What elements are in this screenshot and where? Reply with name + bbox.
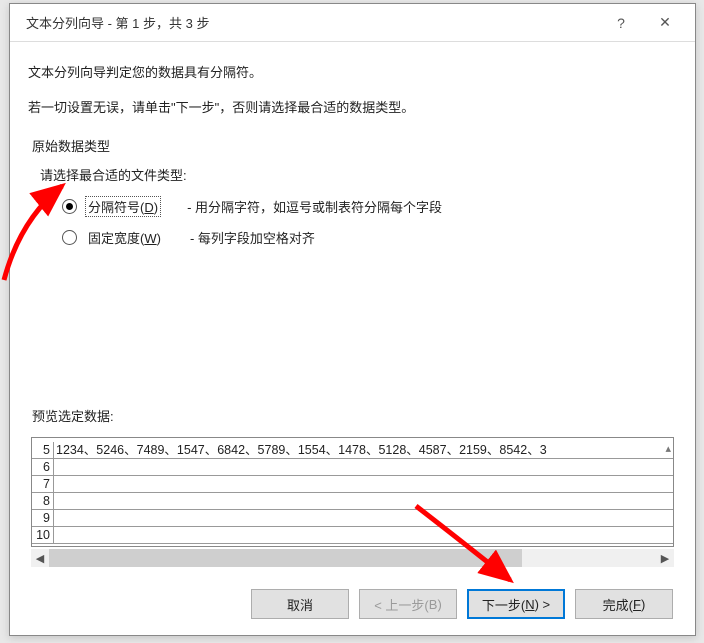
preview-grid: 51234、5246、7489、1547、6842、5789、1554、1478… bbox=[32, 442, 674, 544]
scroll-right-icon[interactable]: ▶ bbox=[656, 549, 674, 567]
close-button[interactable]: ✕ bbox=[643, 8, 687, 38]
titlebar: 文本分列向导 - 第 1 步，共 3 步 ? ✕ bbox=[10, 4, 695, 42]
scrollbar-track[interactable] bbox=[49, 549, 656, 567]
cancel-button[interactable]: 取消 bbox=[251, 589, 349, 619]
wizard-dialog: 文本分列向导 - 第 1 步，共 3 步 ? ✕ 文本分列向导判定您的数据具有分… bbox=[9, 3, 696, 636]
row-number: 7 bbox=[32, 476, 54, 493]
radio-delimited-label[interactable]: 分隔符号(D) bbox=[85, 196, 161, 217]
row-data bbox=[54, 510, 674, 527]
help-button[interactable]: ? bbox=[599, 8, 643, 38]
row-number: 6 bbox=[32, 459, 54, 476]
preview-row: 6 bbox=[32, 459, 674, 476]
intro-line-2: 若一切设置无误，请单击"下一步"，否则请选择最合适的数据类型。 bbox=[28, 97, 677, 116]
section-original-data-type: 原始数据类型 bbox=[32, 136, 677, 155]
radio-fixed-desc: - 每列字段加空格对齐 bbox=[190, 228, 315, 247]
row-data bbox=[54, 476, 674, 493]
finish-button[interactable]: 完成(F) bbox=[575, 589, 673, 619]
radio-fixed-label[interactable]: 固定宽度(W) bbox=[85, 227, 164, 248]
row-data bbox=[54, 459, 674, 476]
dialog-title: 文本分列向导 - 第 1 步，共 3 步 bbox=[26, 13, 599, 32]
preview-label: 预览选定数据: bbox=[32, 406, 677, 425]
intro-text: 文本分列向导判定您的数据具有分隔符。 若一切设置无误，请单击"下一步"，否则请选… bbox=[28, 62, 677, 132]
radio-delimited-desc: - 用分隔字符，如逗号或制表符分隔每个字段 bbox=[187, 197, 442, 216]
next-button[interactable]: 下一步(N) > bbox=[467, 589, 565, 619]
radio-delimited-row[interactable]: 分隔符号(D) - 用分隔字符，如逗号或制表符分隔每个字段 bbox=[62, 196, 677, 217]
row-data: 1234、5246、7489、1547、6842、5789、1554、1478、… bbox=[54, 442, 674, 459]
preview-box: 51234、5246、7489、1547、6842、5789、1554、1478… bbox=[31, 437, 674, 547]
row-data bbox=[54, 527, 674, 544]
horizontal-scrollbar[interactable]: ◀ ▶ bbox=[31, 549, 674, 567]
preview-row: 7 bbox=[32, 476, 674, 493]
scroll-up-icon[interactable]: ▴ bbox=[665, 442, 671, 455]
row-number: 5 bbox=[32, 442, 54, 459]
spacer bbox=[28, 258, 677, 406]
scrollbar-thumb[interactable] bbox=[49, 549, 522, 567]
row-number: 8 bbox=[32, 493, 54, 510]
preview-row: 51234、5246、7489、1547、6842、5789、1554、1478… bbox=[32, 442, 674, 459]
preview-row: 9 bbox=[32, 510, 674, 527]
preview-row: 10 bbox=[32, 527, 674, 544]
scroll-left-icon[interactable]: ◀ bbox=[31, 549, 49, 567]
radio-delimited[interactable] bbox=[62, 199, 77, 214]
preview-row: 8 bbox=[32, 493, 674, 510]
choose-file-type-label: 请选择最合适的文件类型: bbox=[40, 165, 677, 184]
row-number: 9 bbox=[32, 510, 54, 527]
row-number: 10 bbox=[32, 527, 54, 544]
intro-line-1: 文本分列向导判定您的数据具有分隔符。 bbox=[28, 62, 677, 81]
row-data bbox=[54, 493, 674, 510]
back-button: < 上一步(B) bbox=[359, 589, 457, 619]
dialog-content: 文本分列向导判定您的数据具有分隔符。 若一切设置无误，请单击"下一步"，否则请选… bbox=[10, 42, 695, 635]
button-row: 取消 < 上一步(B) 下一步(N) > 完成(F) bbox=[28, 575, 677, 623]
radio-fixed-width[interactable] bbox=[62, 230, 77, 245]
radio-fixed-row[interactable]: 固定宽度(W) - 每列字段加空格对齐 bbox=[62, 227, 677, 248]
